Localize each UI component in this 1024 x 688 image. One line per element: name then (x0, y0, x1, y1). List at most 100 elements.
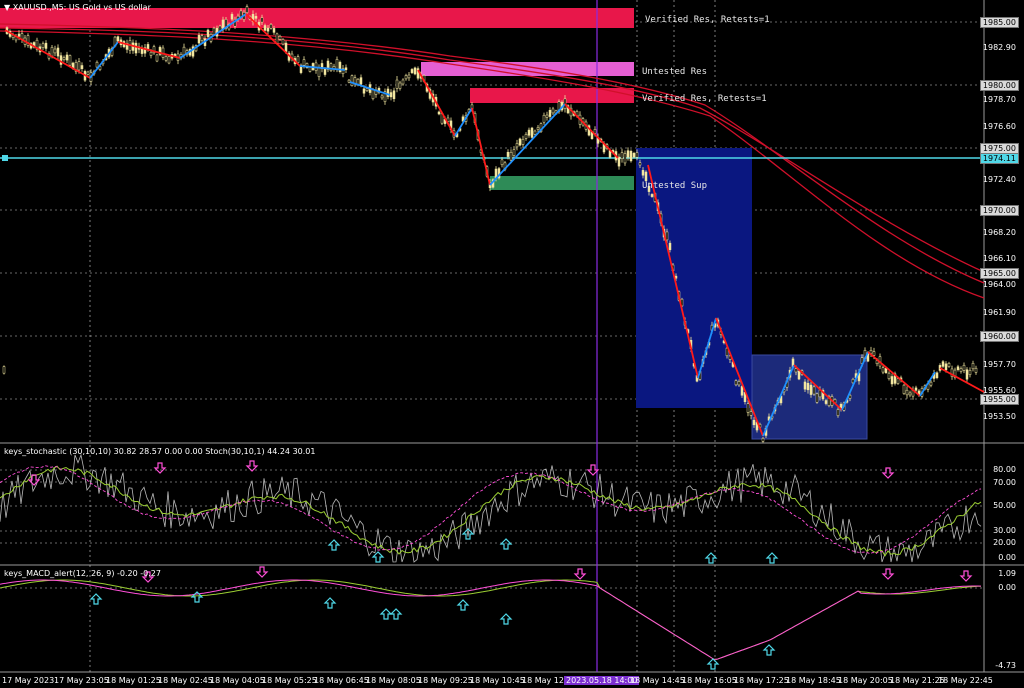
candle-body (941, 361, 945, 367)
candle-body (824, 400, 828, 404)
candle-body (56, 47, 60, 57)
candle-body (65, 54, 69, 61)
level-badge: 1965.00 (979, 268, 1019, 279)
candle-body (761, 438, 765, 442)
candle-body (650, 194, 654, 197)
candle-body (389, 92, 393, 98)
candle-body (641, 170, 645, 176)
candle-body (905, 389, 909, 396)
candle-body (500, 159, 504, 165)
candle-body (398, 82, 402, 89)
sell-arrow-icon (573, 568, 587, 580)
candle-body (401, 79, 405, 85)
candle-body (881, 367, 885, 373)
candle-body (359, 77, 363, 85)
time-label: 18 May 05:25 (262, 676, 317, 685)
candle-body (551, 108, 555, 114)
buy-arrow-icon (499, 613, 513, 625)
candle-body (437, 111, 441, 115)
candle-body (536, 127, 540, 130)
stoch-level: 20.00 (993, 538, 1016, 547)
level-badge: 1960.00 (979, 331, 1019, 342)
candle-body (890, 376, 894, 385)
candle-body (620, 152, 624, 159)
macd-title: keys_MACD_alert(12, 26, 9) -0.20 -0.27 (4, 569, 161, 578)
candle-body (803, 381, 807, 390)
candle-body (59, 55, 63, 65)
candle-body (806, 383, 810, 391)
verified-res-label-1: Verified Res, Retests=1 (645, 15, 770, 25)
candle-body (968, 369, 972, 375)
candle-body (896, 378, 900, 384)
macd-level: 1.09 (998, 569, 1016, 578)
candle-body (212, 27, 216, 35)
candle-body (146, 44, 150, 50)
candle-body (317, 67, 321, 77)
sell-arrow-icon (255, 566, 269, 578)
candle-body (200, 35, 204, 41)
buy-arrow-icon (499, 538, 513, 550)
candle-body (86, 71, 90, 75)
candle-body (521, 138, 525, 145)
level-badge: 1955.00 (979, 394, 1019, 405)
candle-body (902, 384, 906, 394)
time-label: 18 May 02:45 (158, 676, 213, 685)
time-label: 18 May 14:45 (630, 676, 685, 685)
time-label: 18 May 21:25 (890, 676, 945, 685)
candle-body (2, 366, 6, 374)
candle-body (617, 156, 621, 167)
candle-body (278, 35, 282, 40)
horizontal-gridlines (0, 21, 984, 589)
stoch-level: 50.00 (993, 501, 1016, 510)
candle-body (548, 109, 552, 117)
buy-arrow-icon (704, 552, 718, 564)
crosshair-time-label: 2023.05.18 14:00 (564, 676, 640, 685)
buy-arrow-icon (765, 552, 779, 564)
candle-body (947, 363, 951, 367)
buy-arrow-icon (762, 644, 776, 656)
candle-body (395, 79, 399, 89)
candle-body (344, 67, 348, 71)
candle-body (44, 42, 48, 49)
price-label: 1964.00 (982, 280, 1016, 289)
candle-body (644, 171, 648, 181)
candle-body (116, 36, 120, 42)
price-label: 1982.90 (982, 43, 1016, 52)
candle-body (266, 27, 270, 32)
candle-body (392, 90, 396, 100)
buy-arrow-icon (327, 539, 341, 551)
candle-body (167, 56, 171, 64)
buy-arrow-icon (379, 608, 393, 620)
candle-body (335, 59, 339, 70)
price-label: 1953.50 (982, 412, 1016, 421)
candle-body (302, 59, 306, 66)
candle-body (632, 153, 636, 158)
candle-body (68, 55, 72, 66)
candle-body (962, 364, 966, 371)
candle-body (254, 16, 258, 19)
buy-arrow-icon (371, 551, 385, 563)
candle-body (80, 65, 84, 69)
candle-body (413, 67, 417, 75)
candle-body (965, 369, 969, 380)
candle-body (284, 42, 288, 52)
candle-body (815, 393, 819, 403)
candle-body (908, 392, 912, 396)
candle-body (149, 51, 153, 56)
candle-body (260, 17, 264, 23)
candle-body (974, 367, 978, 373)
symbol-title: ▼ XAUUSD.,M5: US Gold vs US dollar (4, 3, 151, 12)
price-line-handle[interactable] (2, 155, 8, 161)
candle-body (530, 127, 534, 138)
trading-chart[interactable]: ▼ XAUUSD.,M5: US Gold vs US dollar Verif… (0, 0, 1024, 688)
candle-body (752, 419, 756, 426)
macd-main-line (0, 579, 982, 660)
candle-body (17, 33, 21, 37)
chart-canvas[interactable] (0, 0, 1024, 688)
candle-body (884, 368, 888, 373)
candle-body (524, 134, 528, 139)
dropdown-triangle-icon[interactable]: ▼ (4, 3, 10, 12)
candle-body (62, 57, 66, 60)
untested-support-zone[interactable] (490, 176, 634, 190)
candle-body (956, 366, 960, 370)
